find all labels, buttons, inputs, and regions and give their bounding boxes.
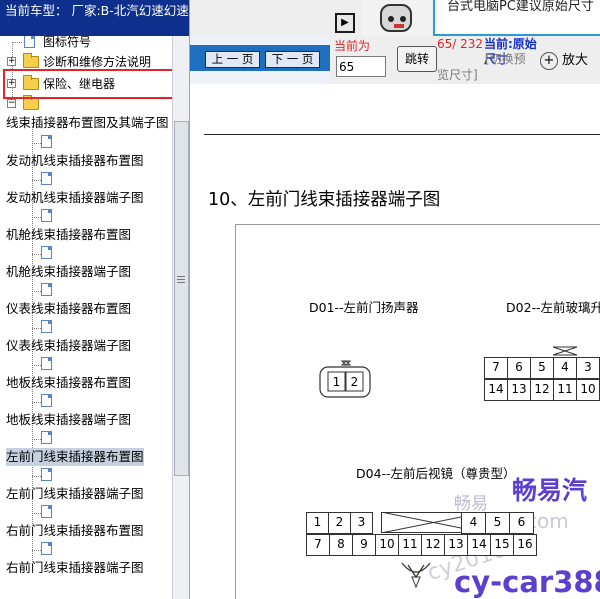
- connector-d01: 1 2: [319, 360, 371, 398]
- document-icon: [41, 320, 52, 333]
- connector-diagram: D01--左前门扬声器 1 2 D02--左前玻璃升降 D04--左前后视镜（尊…: [235, 224, 600, 599]
- next-page-button[interactable]: 下 一 页: [265, 51, 320, 68]
- watermark-brand: cy-car388: [454, 565, 600, 599]
- car-model-text: 当前车型： 厂家:B-北汽幻速幻速S3L2016-2017: [5, 3, 189, 18]
- document-icon: [41, 394, 52, 407]
- scrollbar-thumb[interactable]: [174, 121, 189, 476]
- pin-cell: 3: [576, 357, 600, 379]
- tree-item[interactable]: 地板线束插接器布置图: [6, 374, 131, 392]
- document-icon: [24, 36, 35, 48]
- tree-item[interactable]: 右前门线束插接器布置图: [6, 522, 144, 540]
- collapse-icon[interactable]: −: [7, 99, 16, 108]
- pin-cell: 7: [306, 534, 330, 556]
- tree-item[interactable]: 左前门线束插接器端子图: [6, 485, 144, 503]
- pin-cell: 5: [485, 512, 510, 534]
- jump-button[interactable]: 跳转: [397, 46, 437, 72]
- document-icon: [41, 505, 52, 518]
- pin-cell: 9: [352, 534, 376, 556]
- pin-cell: 10: [375, 534, 399, 556]
- pin-cell: 14: [467, 534, 491, 556]
- pin-cell: 4: [553, 357, 577, 379]
- document-icon: [41, 209, 52, 222]
- switch-preview-size-link[interactable]: [切换预览尺寸]: [437, 51, 537, 83]
- document-icon: [41, 431, 52, 444]
- tree-item[interactable]: 机舱线束插接器端子图: [6, 263, 131, 281]
- watermark-small: 畅易: [454, 494, 488, 514]
- section-title: 10、左前门线束插接器端子图: [208, 190, 441, 210]
- watermark-brand-cn: 畅易汽: [512, 476, 588, 505]
- pin-cell: 10: [576, 379, 600, 401]
- pin-cell: 1: [306, 512, 329, 534]
- pin-cell: 12: [530, 379, 554, 401]
- pin-cell: 14: [484, 379, 508, 401]
- pin-label: 1: [333, 375, 341, 389]
- pin-cell: 11: [553, 379, 577, 401]
- pin-cell: 6: [507, 357, 531, 379]
- tree-item[interactable]: 左前门线束插接器布置图: [6, 448, 144, 466]
- document-icon: [41, 172, 52, 185]
- zoom-icon: +: [540, 51, 558, 70]
- tree-item-icon-symbols[interactable]: 图标符号: [0, 36, 170, 51]
- tree-scrollbar[interactable]: [172, 36, 189, 599]
- tree-item[interactable]: 地板线束插接器端子图: [6, 411, 131, 429]
- tree-folder-harness-connectors[interactable]: 线束插接器布置图及其端子图: [6, 114, 169, 132]
- connector-title-d01: D01--左前门扬声器: [309, 300, 419, 315]
- car-model-bar: 当前车型： 厂家:B-北汽幻速幻速S3L2016-2017: [0, 0, 189, 36]
- pin-cell: 12: [421, 534, 445, 556]
- document-icon: [41, 468, 52, 481]
- highlight-box: [3, 69, 189, 99]
- connector-title-d04: D04--左前后视镜（尊贵型）: [356, 466, 516, 481]
- toggle-sidebar-button[interactable]: ▶: [335, 13, 355, 33]
- document-icon: [41, 357, 52, 370]
- zoom-in-button[interactable]: + 放大: [540, 48, 600, 74]
- page-number-input[interactable]: [336, 56, 386, 77]
- connector-title-d02: D02--左前玻璃升降: [506, 300, 600, 315]
- tree-item[interactable]: 仪表线束插接器布置图: [6, 300, 131, 318]
- prev-page-button[interactable]: 上 一 页: [205, 51, 260, 68]
- document-icon: [41, 542, 52, 555]
- pin-cell: 5: [530, 357, 554, 379]
- left-pane: 当前车型： 厂家:B-北汽幻速幻速S3L2016-2017 图标符号 + 诊断和…: [0, 0, 190, 599]
- grip-icon: [177, 276, 185, 283]
- pin-cell: 15: [490, 534, 514, 556]
- pin-cell: 4: [461, 512, 486, 534]
- pin-cell: 7: [484, 357, 508, 379]
- page-count: 65/ 232: [437, 37, 484, 51]
- ad-text: 台式电脑PC建议原始尺寸: [447, 0, 594, 14]
- tree-item[interactable]: 发动机线束插接器布置图: [6, 152, 144, 170]
- document-icon: [41, 283, 52, 296]
- tree-item[interactable]: 机舱线束插接器布置图: [6, 226, 131, 244]
- folder-icon: [23, 53, 39, 68]
- tree-item[interactable]: 仪表线束插接器端子图: [6, 337, 131, 355]
- tree-item[interactable]: 右前门线束插接器端子图: [6, 559, 144, 577]
- pin-cell: 13: [507, 379, 531, 401]
- pin-cell: 6: [509, 512, 534, 534]
- pin-cell: 16: [513, 534, 537, 556]
- pin-cell: 13: [444, 534, 468, 556]
- pin-label: 2: [351, 375, 359, 389]
- pin-cell: 2: [328, 512, 351, 534]
- pin-cell: 11: [398, 534, 422, 556]
- current-page-label: 当前为: [334, 39, 371, 53]
- mascot-image: [362, 0, 432, 36]
- divider: [204, 134, 600, 135]
- document-icon: [41, 246, 52, 259]
- catalog-tree: 图标符号 + 诊断和维修方法说明 + 保险、继电器 − 线束插接器布置图及其端子…: [0, 36, 172, 599]
- expand-icon[interactable]: +: [7, 57, 16, 66]
- latch-icon: [552, 346, 578, 356]
- document-icon: [41, 135, 52, 148]
- tree-item[interactable]: 发动机线束插接器端子图: [6, 189, 144, 207]
- ad-banner: 台式电脑PC建议原始尺寸: [433, 0, 600, 36]
- pin-cell: 3: [350, 512, 373, 534]
- pin-cell: 8: [329, 534, 353, 556]
- folder-open-icon: [23, 95, 39, 110]
